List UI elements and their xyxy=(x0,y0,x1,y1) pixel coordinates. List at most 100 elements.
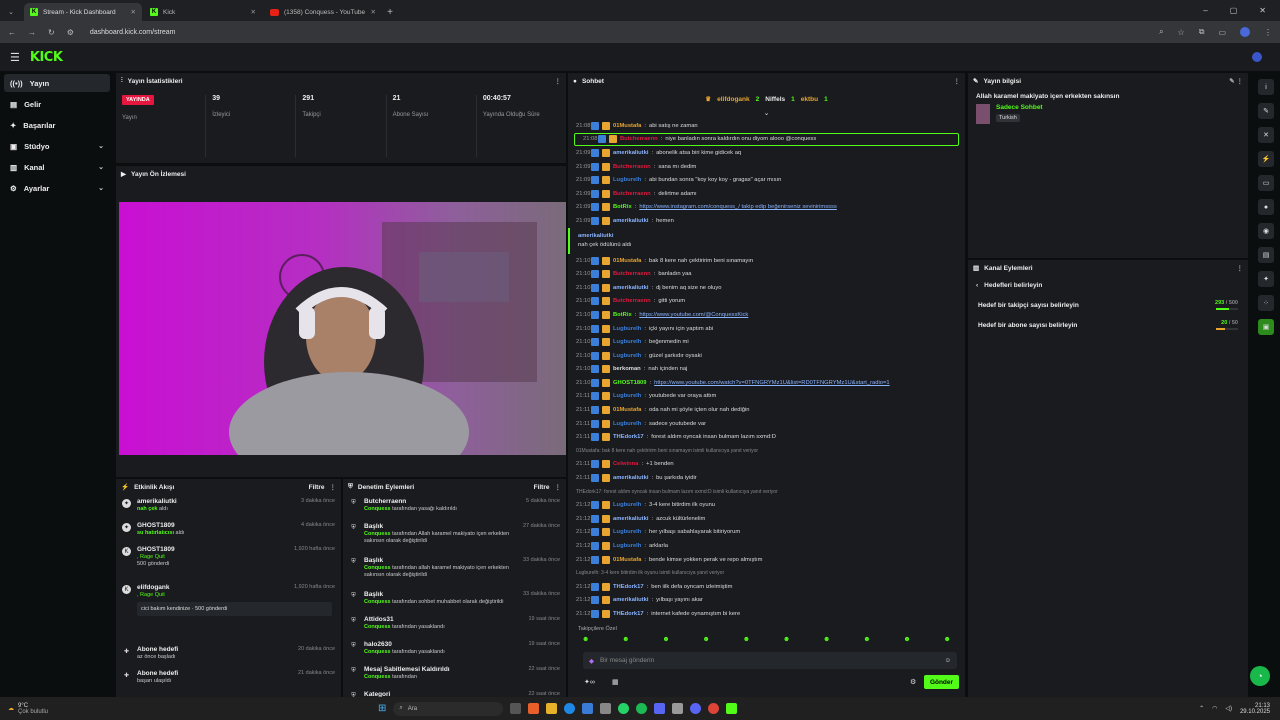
nodes-icon[interactable]: ⁘ xyxy=(1258,295,1274,311)
chat-message[interactable]: 21:09 Butcherraenn: delirtme adamı xyxy=(568,187,965,201)
sidebar-item-gelir[interactable]: ▤ Gelir xyxy=(4,95,110,113)
chat-message[interactable]: 21:11 Celwinna: +1 benden xyxy=(568,458,965,472)
chat-username[interactable]: Lugburelh xyxy=(613,353,641,359)
lightning-icon[interactable]: ⚡ xyxy=(1258,151,1274,167)
chat-username[interactable]: GHOST1809 xyxy=(613,380,647,386)
layout-icon[interactable]: ▤ xyxy=(1258,247,1274,263)
calendar-icon[interactable]: ▦ xyxy=(612,678,619,686)
chat-username[interactable]: 01Mustafa xyxy=(613,123,641,129)
mod-tools-icon[interactable]: ✦∞ xyxy=(584,678,595,686)
chat-username[interactable]: BotRix xyxy=(613,312,632,318)
menu-icon[interactable]: ⋮ xyxy=(1264,28,1272,37)
tab-kick[interactable]: K Kick ✕ xyxy=(144,3,262,21)
reload-icon[interactable]: ↻ xyxy=(48,28,55,37)
chat-username[interactable]: 01Mustafa xyxy=(613,258,641,264)
tab-search-icon[interactable]: ⌄ xyxy=(0,3,22,21)
chat-username[interactable]: Butcherraenn xyxy=(613,164,651,170)
emoji-picker-icon[interactable]: ☺ xyxy=(944,657,951,664)
windows-start-icon[interactable]: ⊞ xyxy=(378,703,386,714)
chat-message-input[interactable]: ◆ Bir mesaj gönderin ☺ xyxy=(583,652,957,669)
chat-link[interactable]: https://www.instagram.com/conquess_/ tak… xyxy=(639,204,837,210)
filter-button[interactable]: Filtre xyxy=(309,484,325,491)
chat-message[interactable]: 21:11 01Mustafa: oda nah mi şöyle içten ol… xyxy=(568,403,965,417)
chat-message[interactable]: 21:11 Lugburelh: youtubede var oraya attım xyxy=(568,390,965,404)
hamburger-menu-icon[interactable]: ☰ xyxy=(10,51,20,64)
chat-username[interactable]: THEdork17 xyxy=(613,611,644,617)
bookmark-star-icon[interactable]: ☆ xyxy=(1178,28,1185,37)
wifi-icon[interactable]: ◠ xyxy=(1212,705,1217,712)
chat-message[interactable]: 21:10 Lugburelh: güzel şarkıdır oysaki xyxy=(568,349,965,363)
chat-message[interactable]: 21:11 Lugburelh: sadece youtubede var xyxy=(568,417,965,431)
chat-message[interactable]: 21:10 01Mustafa: bak 8 kere nah çektiririm… xyxy=(568,254,965,268)
chat-username[interactable]: BotRix xyxy=(613,204,632,210)
chat-username[interactable]: amerikaliutki xyxy=(613,475,648,481)
close-icon[interactable]: ✕ xyxy=(371,8,376,16)
chat-message[interactable]: 21:10 GHOST1809: https://www.youtube.com/w… xyxy=(568,376,965,390)
chat-username[interactable]: 01Mustafa xyxy=(613,407,641,413)
emote-icon[interactable]: ☻ xyxy=(662,636,669,643)
top-gifter-name[interactable]: ektbu xyxy=(801,96,818,103)
user-avatar[interactable] xyxy=(1252,52,1262,62)
side-panel-icon[interactable]: ▭ xyxy=(1218,28,1226,37)
chat-username[interactable]: amerikaliutki xyxy=(613,150,648,156)
chat-username[interactable]: Butcherraenn xyxy=(613,271,651,277)
weather-widget[interactable]: ☁ 9°C Çok bulutlu xyxy=(0,703,48,715)
chat-message[interactable]: 21:09 BotRix: https://www.instagram.com/co… xyxy=(568,201,965,215)
chat-message[interactable]: 21:12 THEdork17: internet kafede oynamıştı… xyxy=(568,607,965,621)
chat-message[interactable]: 21:09 Butcherraenn: sana mı dedim xyxy=(568,160,965,174)
chevron-up-icon[interactable]: ⌃ xyxy=(1199,705,1204,712)
more-options-icon[interactable]: ⋮ xyxy=(330,483,337,491)
app-icon[interactable] xyxy=(600,703,612,714)
chat-username[interactable]: amerikaliutki xyxy=(613,285,648,291)
more-options-icon[interactable]: ⋮ xyxy=(954,77,961,85)
chat-link[interactable]: https://www.youtube.com/@ConquessKick xyxy=(639,312,748,318)
site-info-icon[interactable]: ⚙ xyxy=(67,28,74,37)
edit-pencil-icon[interactable]: ✎ ⋮ xyxy=(1229,77,1243,85)
more-options-icon[interactable]: ⋮ xyxy=(1237,264,1244,272)
chat-message[interactable]: 21:10 Lugburelh: içki yayını için yaptım a… xyxy=(568,322,965,336)
chat-message[interactable]: 21:10 Butcherraenn: banladın yaa xyxy=(568,267,965,281)
emote-icon[interactable]: ☻ xyxy=(582,636,589,643)
settings-icon[interactable]: ⚙ xyxy=(910,678,916,686)
emote-icon[interactable]: ☻ xyxy=(783,636,790,643)
chat-message[interactable]: 21:10 Lugburelh: beğenmedin mi xyxy=(568,335,965,349)
chat-username[interactable]: Lugburelh xyxy=(613,326,641,332)
chat-message[interactable]: 21:12Celwinna:ben basit bir adamım Cs aç… xyxy=(568,621,965,624)
extensions-icon[interactable]: ⧉ xyxy=(1199,27,1205,37)
taskbar-search[interactable]: ⌕ Ara xyxy=(393,701,504,716)
clock-date[interactable]: 29.10.2025 xyxy=(1240,709,1270,715)
new-tab-button[interactable]: + xyxy=(382,3,398,21)
chat-bubble-icon[interactable]: ● xyxy=(1258,199,1274,215)
emote-icon[interactable]: ☻ xyxy=(743,636,750,643)
top-gifter-name[interactable]: elifdogank xyxy=(717,96,750,103)
tab-stream-dashboard[interactable]: K Stream - Kick Dashboard ✕ xyxy=(24,3,142,21)
chat-username[interactable]: Lugburelh xyxy=(613,393,641,399)
chat-message[interactable]: 21:12 amerikaliutki: azcuk kültürlenelim xyxy=(568,512,965,526)
chat-username[interactable]: Lugburelh xyxy=(613,502,641,508)
chat-message[interactable]: 21:12 Lugburelh: her yılbaşı sabahlayarak … xyxy=(568,526,965,540)
chat-username[interactable]: amerikaliutki xyxy=(613,597,648,603)
search-icon[interactable]: ⌕ xyxy=(1159,27,1163,37)
follower-goal[interactable]: Hedef bir takipçi sayısı belirleyin 293 … xyxy=(968,295,1248,315)
url-field[interactable]: dashboard.kick.com/stream xyxy=(90,29,176,36)
chat-message[interactable]: 21:10 amerikaliutki: dj benim aq size ne o… xyxy=(568,281,965,295)
broadcast-icon[interactable]: ◉ xyxy=(1258,223,1274,239)
chat-message[interactable]: 21:10 berkoman: nah içinden naj xyxy=(568,363,965,377)
chat-message[interactable]: 21:12 THEdork17: ben iilk defa oyncam izle… xyxy=(568,580,965,594)
document-icon[interactable]: ▭ xyxy=(1258,175,1274,191)
edit-icon[interactable]: ✎ xyxy=(1258,103,1274,119)
whatsapp-icon[interactable] xyxy=(618,703,630,714)
emote-icon[interactable]: ☻ xyxy=(823,636,830,643)
chat-link[interactable]: https://www.youtube.com/watch?v=0TFNGRYM… xyxy=(654,380,889,386)
emote-icon[interactable]: ☻ xyxy=(863,636,870,643)
maximize-icon[interactable]: ▢ xyxy=(1230,6,1238,15)
chat-message[interactable]: 21:12 Lugburelh: arklarla xyxy=(568,539,965,553)
chat-message[interactable]: amerikaliutki nah çek ödülünü aldı xyxy=(568,227,965,254)
support-chat-button[interactable]: ◔ xyxy=(1250,666,1270,686)
mod-icon[interactable]: ✕ xyxy=(1258,127,1274,143)
close-icon[interactable]: ✕ xyxy=(251,8,256,16)
chat-username[interactable]: THEdork17 xyxy=(613,434,644,440)
discord-icon[interactable] xyxy=(654,703,666,714)
chat-message[interactable]: 01Mustafa: bak 8 kere nah çektiririm ben… xyxy=(568,444,965,458)
chat-username[interactable]: amerikaliutki xyxy=(578,233,613,239)
